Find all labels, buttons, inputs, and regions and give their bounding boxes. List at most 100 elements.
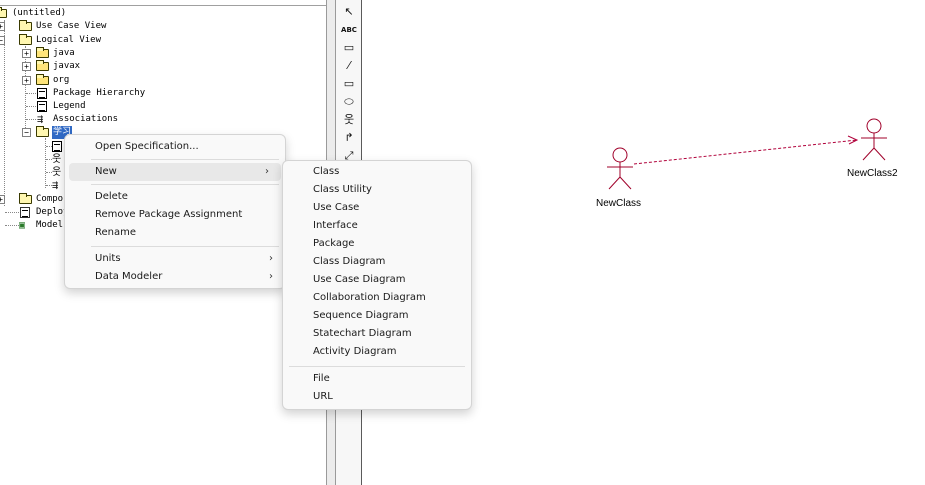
- menu-item-data-modeler[interactable]: Data Modeler ›: [65, 268, 285, 286]
- submenu-item-package[interactable]: Package: [283, 235, 471, 253]
- tree-item-legend[interactable]: Legend: [0, 100, 120, 113]
- actor-newclass2[interactable]: [861, 118, 887, 161]
- tree-item-child-actor[interactable]: 웃: [0, 166, 64, 179]
- dependency-relationship[interactable]: [633, 135, 859, 165]
- menu-item-label: File: [313, 373, 330, 384]
- tree-item-root[interactable]: (untitled): [0, 7, 120, 20]
- actor-label-newclass[interactable]: NewClass: [596, 198, 641, 209]
- submenu-item-use-case-diagram[interactable]: Use Case Diagram: [283, 271, 471, 289]
- submenu-item-class-diagram[interactable]: Class Diagram: [283, 253, 471, 271]
- tree-item-child-diagram[interactable]: [0, 140, 64, 153]
- tree-item-child-associations[interactable]: ⇶: [0, 179, 64, 192]
- tree-item-deployment-view[interactable]: Deploy: [0, 206, 69, 219]
- submenu-item-statechart-diagram[interactable]: Statechart Diagram: [283, 325, 471, 343]
- collapse-icon[interactable]: −: [22, 128, 31, 137]
- tree-item-label: java: [53, 48, 75, 58]
- tree-header-border: [0, 0, 326, 6]
- text-box-icon[interactable]: ABC: [339, 21, 359, 39]
- menu-item-remove-package-assignment[interactable]: Remove Package Assignment: [65, 206, 285, 224]
- submenu-item-sequence-diagram[interactable]: Sequence Diagram: [283, 307, 471, 325]
- tree-item-model-properties[interactable]: ▣ Model: [0, 219, 64, 232]
- tree-item-component-view[interactable]: + Compor: [0, 193, 69, 206]
- tree-item-package-javax[interactable]: + javax: [0, 60, 120, 73]
- class-diagram-icon: [37, 88, 47, 99]
- associations-icon: ⇶: [52, 180, 59, 191]
- menu-item-units[interactable]: Units ›: [65, 250, 285, 268]
- tree-item-label: Package Hierarchy: [53, 88, 146, 98]
- tree-item-use-case-view[interactable]: + Use Case View: [0, 20, 140, 33]
- package-icon: [36, 47, 49, 58]
- menu-item-label: Class: [313, 166, 340, 177]
- tree-connector: [5, 225, 19, 226]
- tree-item-label: Legend: [53, 101, 86, 111]
- menu-item-open-specification[interactable]: Open Specification...: [65, 138, 285, 156]
- submenu-item-url[interactable]: URL: [283, 388, 471, 406]
- folder-icon: [19, 34, 32, 45]
- menu-separator: [91, 159, 279, 160]
- expand-icon[interactable]: +: [22, 62, 31, 71]
- menu-separator: [289, 366, 465, 367]
- tree-item-package-org[interactable]: + org: [0, 74, 120, 87]
- note-icon[interactable]: ▭: [339, 39, 359, 57]
- tree-item-label: (untitled): [12, 8, 67, 18]
- expand-icon[interactable]: +: [22, 76, 31, 85]
- menu-item-label: Use Case Diagram: [313, 274, 406, 285]
- submenu-arrow-icon: ›: [269, 253, 273, 264]
- selection-arrow-icon[interactable]: ↖: [339, 3, 359, 21]
- expand-icon[interactable]: +: [0, 22, 5, 31]
- menu-item-label: URL: [313, 391, 333, 402]
- menu-item-delete[interactable]: Delete: [65, 188, 285, 206]
- menu-item-new[interactable]: New ›: [69, 163, 281, 181]
- tree-item-package-hierarchy[interactable]: Package Hierarchy: [0, 87, 160, 100]
- tree-item-logical-view[interactable]: − Logical View: [0, 34, 140, 47]
- submenu-item-class-utility[interactable]: Class Utility: [283, 181, 471, 199]
- anchor-note-icon[interactable]: ⁄: [339, 57, 359, 75]
- folder-icon: [19, 20, 32, 31]
- tree-connector: [5, 212, 19, 213]
- menu-item-rename[interactable]: Rename: [65, 224, 285, 242]
- submenu-item-use-case[interactable]: Use Case: [283, 199, 471, 217]
- menu-item-label: Activity Diagram: [313, 346, 397, 357]
- tree-item-child-actor[interactable]: 웃: [0, 153, 64, 166]
- submenu-item-interface[interactable]: Interface: [283, 217, 471, 235]
- tree-connector: [26, 106, 36, 107]
- expand-icon[interactable]: +: [0, 195, 5, 204]
- unidirectional-association-icon[interactable]: ↱: [339, 129, 359, 147]
- deployment-icon: [20, 207, 30, 218]
- actor-icon: 웃: [52, 154, 62, 165]
- tree-item-label: Logical View: [36, 35, 102, 45]
- new-submenu: Class Class Utility Use Case Interface P…: [282, 160, 472, 410]
- menu-item-label: Interface: [313, 220, 358, 231]
- tree-item-label: Associations: [53, 114, 119, 124]
- submenu-item-collaboration-diagram[interactable]: Collaboration Diagram: [283, 289, 471, 307]
- submenu-arrow-icon: ›: [265, 166, 269, 177]
- menu-item-label: Use Case: [313, 202, 360, 213]
- tree-connector: [26, 93, 36, 94]
- tree-connector: [26, 119, 36, 120]
- tree-item-label: Use Case View: [36, 21, 107, 31]
- submenu-item-activity-diagram[interactable]: Activity Diagram: [283, 343, 471, 361]
- tree-item-package-java[interactable]: + java: [0, 47, 120, 60]
- actor-label-newclass2[interactable]: NewClass2: [847, 168, 898, 179]
- package-icon: [36, 60, 49, 71]
- expand-icon[interactable]: +: [22, 49, 31, 58]
- actor-newclass[interactable]: [607, 147, 633, 190]
- tree-item-label: org: [53, 75, 70, 85]
- package-icon[interactable]: ▭: [339, 75, 359, 93]
- menu-item-label: Package: [313, 238, 355, 249]
- collapse-icon[interactable]: −: [0, 36, 5, 45]
- menu-item-label: Units: [95, 253, 121, 264]
- menu-item-label: Delete: [95, 191, 128, 202]
- submenu-item-class[interactable]: Class: [283, 163, 471, 181]
- menu-separator: [91, 184, 279, 185]
- menu-item-label: New: [95, 166, 117, 177]
- use-case-diagram-icon: [52, 141, 62, 152]
- submenu-item-file[interactable]: File: [283, 370, 471, 388]
- tree-item-associations[interactable]: ⇶ Associations: [0, 113, 140, 126]
- tree-item-label: javax: [53, 61, 81, 71]
- use-case-icon[interactable]: ⬭: [339, 93, 359, 111]
- menu-item-label: Sequence Diagram: [313, 310, 409, 321]
- submenu-arrow-icon: ›: [269, 271, 273, 282]
- tree-item-label: Model: [36, 220, 64, 230]
- actor-icon[interactable]: 웃: [339, 111, 359, 129]
